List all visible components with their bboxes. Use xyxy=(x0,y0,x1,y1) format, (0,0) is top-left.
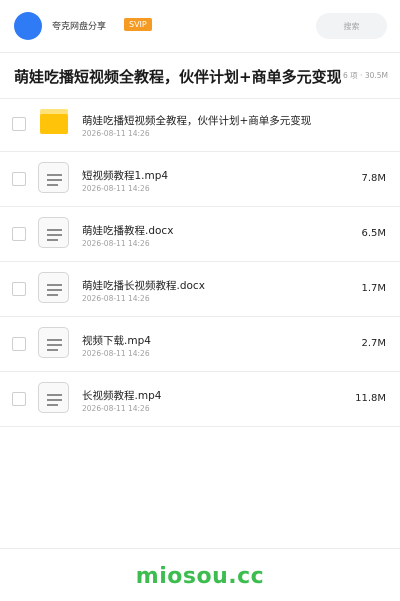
list-item[interactable]: 萌娃吃播短视频全教程，伙伴计划+商单多元变现 2026-08-11 14:26 xyxy=(0,97,400,152)
folder-icon xyxy=(40,109,68,134)
file-icon xyxy=(38,382,69,413)
file-size: 11.8M xyxy=(355,393,386,404)
file-icon xyxy=(38,217,69,248)
file-size: 7.8M xyxy=(361,173,386,184)
file-name[interactable]: 萌娃吃播教程.docx xyxy=(82,223,173,238)
file-icon xyxy=(38,272,69,303)
row-checkbox[interactable] xyxy=(12,392,26,406)
file-date: 2026-08-11 14:26 xyxy=(82,404,150,413)
file-date: 2026-08-11 14:26 xyxy=(82,184,150,193)
list-item[interactable]: 萌娃吃播教程.docx 2026-08-11 14:26 6.5M xyxy=(0,207,400,262)
file-icon xyxy=(38,162,69,193)
file-date: 2026-08-11 14:26 xyxy=(82,349,150,358)
app-header: 夸克网盘分享 SVIP xyxy=(0,0,400,53)
file-date: 2026-08-11 14:26 xyxy=(82,294,150,303)
file-date: 2026-08-11 14:26 xyxy=(82,129,150,138)
share-title: 萌娃吃播短视频全教程，伙伴计划+商单多元变现 xyxy=(14,68,342,86)
search-input[interactable] xyxy=(316,13,387,39)
row-checkbox[interactable] xyxy=(12,117,26,131)
file-list: 萌娃吃播短视频全教程，伙伴计划+商单多元变现 2026-08-11 14:26 … xyxy=(0,97,400,427)
file-size: 1.7M xyxy=(361,283,386,294)
search-box[interactable] xyxy=(316,13,387,39)
file-size: 2.7M xyxy=(361,338,386,349)
row-checkbox[interactable] xyxy=(12,282,26,296)
file-name[interactable]: 短视频教程1.mp4 xyxy=(82,168,168,183)
avatar[interactable] xyxy=(14,12,42,40)
share-title-bar: 萌娃吃播短视频全教程，伙伴计划+商单多元变现 6 项 · 30.5M xyxy=(0,52,400,99)
file-name[interactable]: 萌娃吃播短视频全教程，伙伴计划+商单多元变现 xyxy=(82,113,311,128)
file-name[interactable]: 视频下载.mp4 xyxy=(82,333,151,348)
list-item[interactable]: 视频下载.mp4 2026-08-11 14:26 2.7M xyxy=(0,317,400,372)
svip-badge: SVIP xyxy=(124,18,152,31)
list-item[interactable]: 长视频教程.mp4 2026-08-11 14:26 11.8M xyxy=(0,372,400,427)
row-checkbox[interactable] xyxy=(12,337,26,351)
file-date: 2026-08-11 14:26 xyxy=(82,239,150,248)
share-meta: 6 项 · 30.5M xyxy=(341,70,388,81)
file-icon xyxy=(38,327,69,358)
row-checkbox[interactable] xyxy=(12,172,26,186)
file-size: 6.5M xyxy=(361,228,386,239)
file-name[interactable]: 萌娃吃播长视频教程.docx xyxy=(82,278,205,293)
row-checkbox[interactable] xyxy=(12,227,26,241)
list-item[interactable]: 短视频教程1.mp4 2026-08-11 14:26 7.8M xyxy=(0,152,400,207)
file-name[interactable]: 长视频教程.mp4 xyxy=(82,388,161,403)
list-item[interactable]: 萌娃吃播长视频教程.docx 2026-08-11 14:26 1.7M xyxy=(0,262,400,317)
username[interactable]: 夸克网盘分享 xyxy=(52,19,106,32)
brand-watermark: miosou.cc xyxy=(135,564,265,589)
footer: miosou.cc xyxy=(0,548,400,601)
